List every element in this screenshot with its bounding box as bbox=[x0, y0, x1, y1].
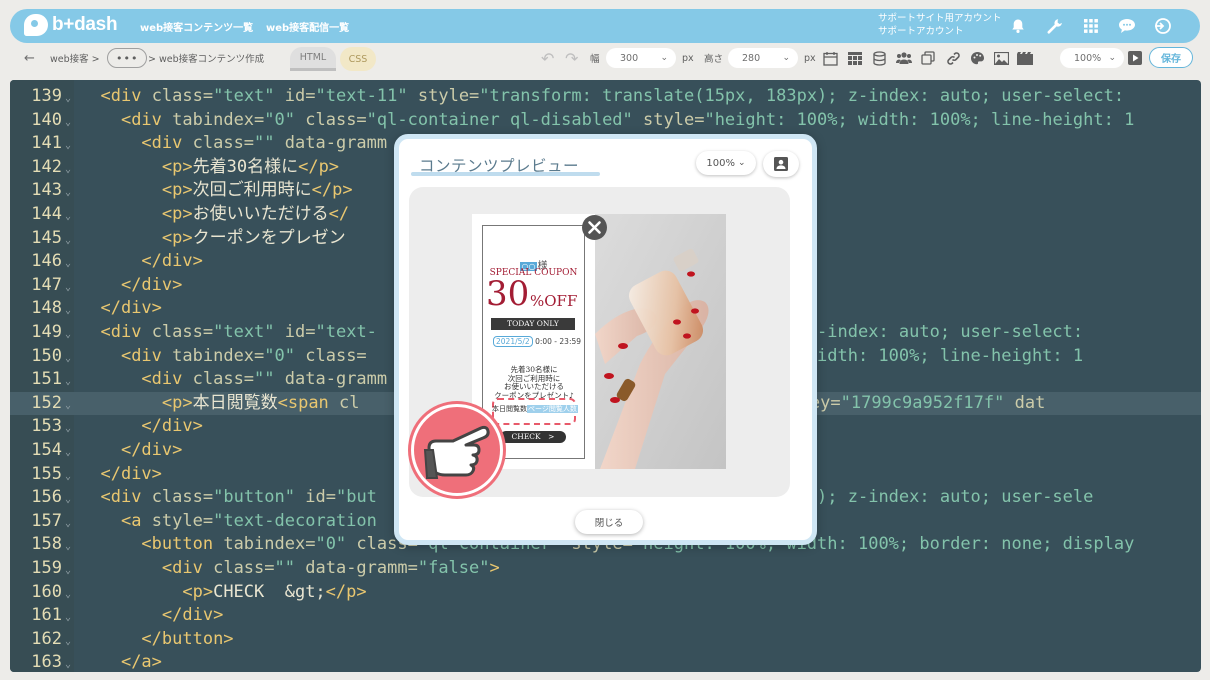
close-button[interactable]: 閉じる bbox=[575, 510, 643, 534]
chevron-down-icon: ⌄ bbox=[738, 158, 746, 168]
view-count: 本日閲覧数ページ閲覧人数 bbox=[492, 404, 578, 414]
modal-title: コンテンツプレビュー bbox=[419, 157, 580, 175]
preview-zoom-value: 100% bbox=[706, 157, 736, 169]
coupon-off: %OFF bbox=[530, 292, 578, 310]
perfume-hand-image bbox=[595, 214, 726, 469]
pointing-hand-icon bbox=[411, 404, 503, 496]
view-count-tag: ページ閲覧人数 bbox=[527, 405, 578, 413]
check-button[interactable]: CHECK > bbox=[500, 431, 566, 443]
today-only-banner: TODAY ONLY bbox=[491, 318, 575, 330]
coupon-percent: 30 bbox=[486, 274, 530, 314]
contact-card-button[interactable] bbox=[763, 151, 799, 177]
coupon-date: 2021/5/2 bbox=[493, 336, 533, 347]
preview-close-icon[interactable] bbox=[581, 214, 608, 245]
coupon-date-range: 2021/5/2 0:00 - 23:59 bbox=[493, 336, 582, 347]
coupon-time: 0:00 - 23:59 bbox=[535, 337, 582, 346]
coupon-message: 先着30名様に 次回ご利用時に お使いいただける クーポンをプレゼント♪ bbox=[486, 365, 582, 401]
product-photo bbox=[595, 214, 726, 469]
preview-zoom-select[interactable]: 100% ⌄ bbox=[696, 151, 756, 175]
contact-card-icon bbox=[774, 157, 788, 171]
